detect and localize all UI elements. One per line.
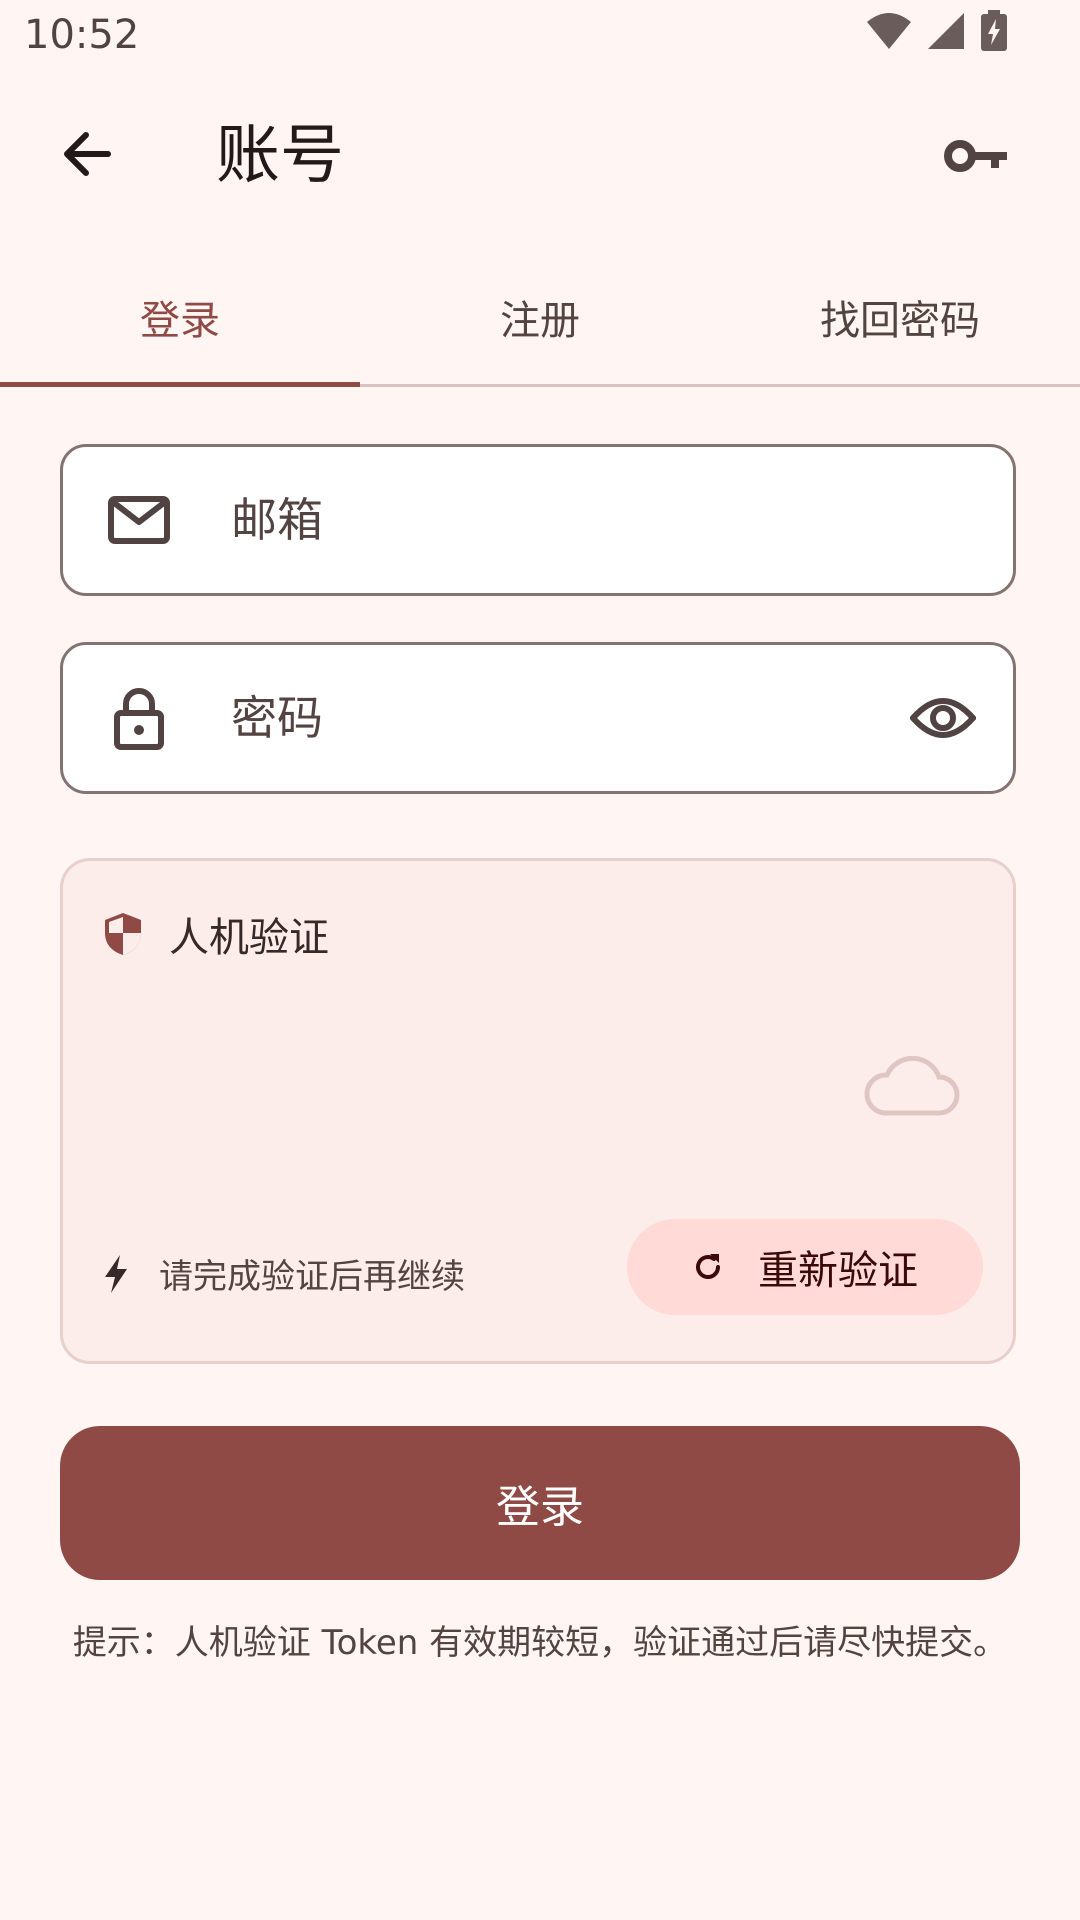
mail-icon xyxy=(108,496,170,544)
captcha-tip-text: 提示：人机验证 Token 有效期较短，验证通过后请尽快提交。 xyxy=(72,1623,1008,1663)
lock-icon xyxy=(114,688,164,750)
tab-label: 注册 xyxy=(500,298,580,344)
eye-icon xyxy=(910,698,976,738)
page-title: 账号 xyxy=(216,119,344,193)
email-field[interactable] xyxy=(60,444,1016,596)
tab-label: 登录 xyxy=(140,298,220,344)
tab-register[interactable]: 注册 xyxy=(360,250,720,384)
tab-recover-password[interactable]: 找回密码 xyxy=(720,250,1080,384)
captcha-hint-text: 请完成验证后再继续 xyxy=(159,1257,465,1297)
shield-icon xyxy=(105,913,141,955)
reverify-label: 重新验证 xyxy=(758,1248,918,1294)
email-input[interactable] xyxy=(229,492,1013,548)
tab-login[interactable]: 登录 xyxy=(0,250,360,387)
key-icon xyxy=(944,140,1007,172)
key-button[interactable] xyxy=(934,118,1018,194)
bolt-icon xyxy=(105,1254,127,1293)
login-button[interactable]: 登录 xyxy=(60,1426,1020,1580)
battery-charging-icon xyxy=(981,10,1007,51)
status-icons xyxy=(866,10,1008,52)
captcha-hint: 请完成验证后再继续 xyxy=(103,1249,465,1298)
wifi-icon xyxy=(867,13,911,49)
refresh-icon xyxy=(696,1254,720,1279)
captcha-card: 人机验证 请完成验证后再继续 重新验证 xyxy=(60,858,1016,1364)
password-field[interactable] xyxy=(60,642,1016,794)
captcha-title: 人机验证 xyxy=(169,915,329,961)
tab-label: 找回密码 xyxy=(820,298,980,344)
back-arrow-icon xyxy=(64,132,111,176)
back-button[interactable] xyxy=(50,118,122,190)
signal-icon xyxy=(928,13,964,49)
status-time: 10:52 xyxy=(24,12,140,58)
password-input[interactable] xyxy=(229,690,883,746)
tab-bar: 登录 注册 找回密码 xyxy=(0,250,1080,387)
login-button-label: 登录 xyxy=(496,1482,584,1533)
toggle-password-visibility[interactable] xyxy=(883,696,1003,740)
reverify-button[interactable]: 重新验证 xyxy=(627,1219,983,1315)
cloud-icon xyxy=(864,1055,960,1116)
captcha-header: 人机验证 xyxy=(103,905,329,963)
